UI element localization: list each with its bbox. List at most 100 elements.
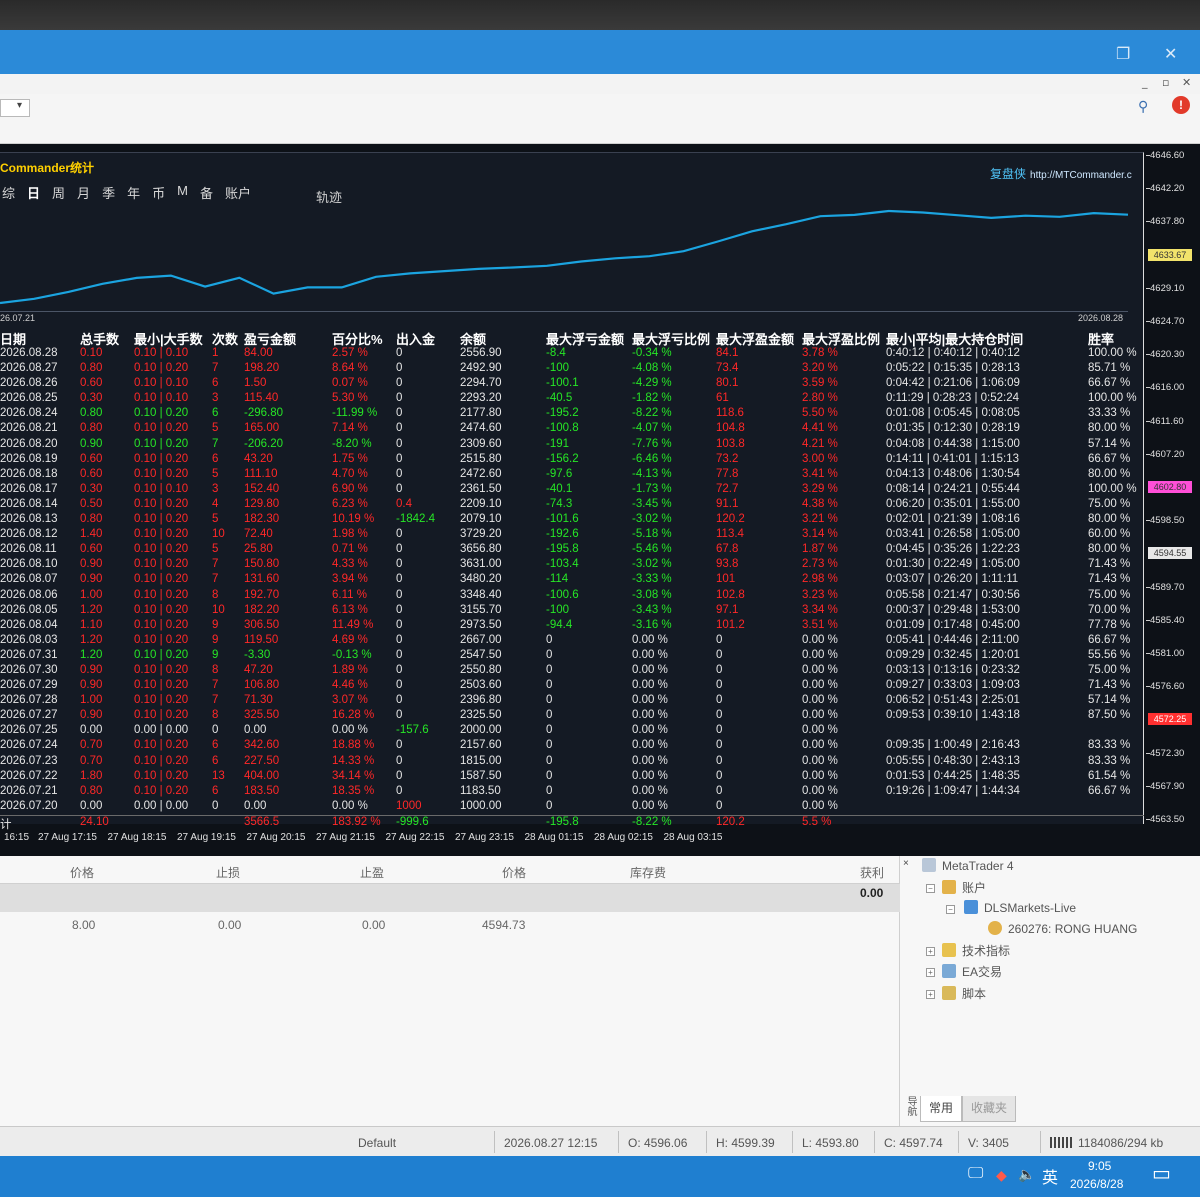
table-row[interactable]: 2026.07.22 1.80 0.10 | 0.20 13 404.00 34.14 %… [0, 770, 1144, 785]
nav-root[interactable]: MetaTrader 4 [922, 858, 1014, 873]
header-win[interactable]: 胜率 [1088, 329, 1114, 348]
header-pfpct[interactable]: 最大浮盈比例 [802, 329, 880, 348]
table-row[interactable]: 2026.08.14 0.50 0.10 | 0.20 4 129.80 6.23 % 0.… [0, 498, 1144, 513]
table-row[interactable]: 2026.08.11 0.60 0.10 | 0.20 5 25.80 0.71 % 0 36… [0, 543, 1144, 558]
nav-server[interactable]: DLSMarkets-Live [964, 900, 1076, 915]
header-io[interactable]: 出入金 [396, 329, 435, 348]
cell-win: 83.33 % [1088, 754, 1131, 767]
header-pct[interactable]: 百分比% [332, 329, 383, 348]
col-current-price[interactable]: 价格 [502, 864, 526, 881]
col-stop-loss[interactable]: 止损 [216, 864, 240, 881]
table-row[interactable]: 2026.08.28 0.10 0.10 | 0.10 1 84.00 2.57 % 0 25… [0, 347, 1144, 362]
expand-icon[interactable]: + [926, 990, 935, 999]
col-profit[interactable]: 获利 [860, 864, 884, 881]
restore-icon[interactable]: ❐ [1116, 44, 1130, 63]
clock-date[interactable]: 2026/8/28 [1070, 1177, 1123, 1191]
col-swap[interactable]: 库存费 [630, 864, 666, 881]
close-icon[interactable]: ✕ [1182, 76, 1191, 89]
table-row[interactable]: 2026.08.12 1.40 0.10 | 0.20 10 72.40 1.98 % 0 3… [0, 528, 1144, 543]
table-row[interactable]: 2026.08.21 0.80 0.10 | 0.20 5 165.00 7.14 % 0 2… [0, 422, 1144, 437]
nav-indicators[interactable]: 技术指标 [942, 942, 1010, 959]
notification-icon[interactable]: ▭ [1152, 1161, 1171, 1186]
cell-bal: 2294.70 [460, 377, 502, 390]
header-time[interactable]: 最小|平均|最大持仓时间 [886, 329, 1023, 348]
search-icon[interactable]: ⚲ [1138, 98, 1148, 115]
table-row[interactable]: 2026.08.26 0.60 0.10 | 0.10 6 1.50 0.07 % 0 229… [0, 377, 1144, 392]
nav-experts[interactable]: EA交易 [942, 963, 1002, 980]
cell-pfpct: 0.00 % [802, 754, 838, 767]
header-ddpct[interactable]: 最大浮亏比例 [632, 329, 710, 348]
collapse-icon[interactable]: − [926, 884, 935, 893]
cell-minmax: 0.10 | 0.10 [134, 392, 189, 405]
collapse-icon[interactable]: − [946, 905, 955, 914]
cell-ddamt: 0 [546, 754, 553, 767]
cell-ddamt: 0 [546, 769, 553, 782]
table-row[interactable]: 2026.08.19 0.60 0.10 | 0.20 6 43.20 1.75 % 0 25… [0, 453, 1144, 468]
minimize-icon[interactable]: _ [1142, 76, 1148, 89]
table-row[interactable]: 2026.07.29 0.90 0.10 | 0.20 7 106.80 4.46 % 0 2… [0, 679, 1144, 694]
table-row[interactable]: 2026.08.05 1.20 0.10 | 0.20 10 182.20 6.13 % 0… [0, 604, 1144, 619]
clock-time[interactable]: 9:05 [1088, 1159, 1111, 1173]
table-row[interactable]: 2026.07.21 0.80 0.10 | 0.20 6 183.50 18.35 % 0… [0, 785, 1144, 800]
table-row[interactable]: 8.00 0.00 0.00 4594.73 [0, 912, 900, 938]
col-take-profit[interactable]: 止盈 [360, 864, 384, 881]
ime-indicator[interactable]: 英 [1042, 1164, 1058, 1188]
nav-accounts[interactable]: 账户 [942, 879, 986, 896]
table-row[interactable]: 2026.08.17 0.30 0.10 | 0.10 3 152.40 6.90 % 0 2… [0, 483, 1144, 498]
tab-favorites[interactable]: 收藏夹 [962, 1096, 1017, 1122]
col-price[interactable]: 价格 [70, 864, 94, 881]
connection-bars-icon[interactable] [1050, 1137, 1072, 1148]
table-row[interactable]: 2026.08.07 0.90 0.10 | 0.20 7 131.60 3.94 % 0 3… [0, 573, 1144, 588]
volume-icon[interactable]: 🔈 [1018, 1166, 1035, 1183]
table-row[interactable]: 2026.08.10 0.90 0.10 | 0.20 7 150.80 4.33 % 0 3… [0, 558, 1144, 573]
table-row[interactable]: 2026.08.20 0.90 0.10 | 0.20 7 -206.20 -8.20 %… [0, 438, 1144, 453]
table-row[interactable]: 2026.07.25 0.00 0.00 | 0.00 0 0.00 0.00 % -157… [0, 724, 1144, 739]
table-row[interactable]: 2026.08.03 1.20 0.10 | 0.20 9 119.50 4.69 % 0 2… [0, 634, 1144, 649]
table-row[interactable]: 2026.08.13 0.80 0.10 | 0.20 5 182.30 10.19 % -… [0, 513, 1144, 528]
close-icon[interactable]: ✕ [1164, 44, 1177, 63]
header-count[interactable]: 次数 [212, 329, 238, 348]
brand-url[interactable]: http://MTCommander.c [1030, 170, 1132, 181]
table-row[interactable]: 2026.08.18 0.60 0.10 | 0.20 5 111.10 4.70 % 0 2… [0, 468, 1144, 483]
cell-pnl: 129.80 [244, 497, 280, 510]
chart-plot-area[interactable]: Commander统计 复盘侠 http://MTCommander.c 综日周月… [0, 152, 1144, 831]
table-row[interactable]: 2026.08.27 0.80 0.10 | 0.20 7 198.20 8.64 % 0 2… [0, 362, 1144, 377]
header-minmax[interactable]: 最小|大手数 [134, 329, 203, 348]
navigator-side-label[interactable]: 导航 [900, 1096, 918, 1126]
table-row[interactable]: 2026.08.25 0.30 0.10 | 0.10 3 115.40 5.30 % 0 2… [0, 392, 1144, 407]
table-row[interactable]: 2026.07.30 0.90 0.10 | 0.20 8 47.20 1.89 % 0 25… [0, 664, 1144, 679]
table-row[interactable]: 2026.08.24 0.80 0.10 | 0.20 6 -296.80 -11.99 … [0, 407, 1144, 422]
table-row[interactable]: 2026.08.04 1.10 0.10 | 0.20 9 306.50 11.49 % 0… [0, 619, 1144, 634]
table-row[interactable]: 2026.07.27 0.90 0.10 | 0.20 8 325.50 16.28 % 0… [0, 709, 1144, 724]
table-row[interactable]: 2026.08.06 1.00 0.10 | 0.20 8 192.70 6.11 % 0 3… [0, 589, 1144, 604]
header-ddamt[interactable]: 最大浮亏金额 [546, 329, 624, 348]
terminal-summary-row[interactable]: 0.00 [0, 884, 900, 912]
nav-scripts[interactable]: 脚本 [942, 985, 986, 1002]
nav-account[interactable]: 260276: RONG HUANG [988, 921, 1137, 936]
table-row[interactable]: 2026.07.23 0.70 0.10 | 0.20 6 227.50 14.33 % 0… [0, 755, 1144, 770]
header-pfamt[interactable]: 最大浮盈金额 [716, 329, 794, 348]
expand-icon[interactable]: + [926, 968, 935, 977]
restore-icon[interactable]: ▫ [1162, 76, 1169, 89]
indicator-brand[interactable]: 复盘侠 http://MTCommander.c [990, 165, 1132, 182]
header-bal[interactable]: 余额 [460, 329, 486, 348]
table-row[interactable]: 2026.07.20 0.00 0.00 | 0.00 0 0.00 0.00 % 1000… [0, 800, 1144, 815]
close-icon[interactable]: × [903, 858, 909, 869]
cell-pfpct: 2.73 % [802, 558, 838, 571]
chart-window[interactable]: Commander统计 复盘侠 http://MTCommander.c 综日周月… [0, 144, 1200, 856]
table-row[interactable]: 2026.07.28 1.00 0.10 | 0.20 7 71.30 3.07 % 0 23… [0, 694, 1144, 709]
header-date[interactable]: 日期 [0, 329, 26, 348]
expand-icon[interactable]: + [926, 947, 935, 956]
table-row[interactable]: 2026.07.31 1.20 0.10 | 0.20 9 -3.30 -0.13 % 0 2… [0, 649, 1144, 664]
status-profile[interactable]: Default [358, 1136, 396, 1150]
shield-icon[interactable]: ◆ [996, 1167, 1007, 1184]
network-icon[interactable]: 🖵 [968, 1165, 983, 1183]
cell-ddamt: 0 [546, 709, 553, 722]
status-traffic[interactable]: 1184086/294 kb [1078, 1136, 1163, 1150]
tab-common[interactable]: 常用 [920, 1096, 963, 1122]
alert-badge-icon[interactable]: ! [1172, 96, 1190, 114]
header-lots[interactable]: 总手数 [80, 329, 119, 348]
toolbar-dropdown[interactable]: ▾ [0, 99, 30, 117]
table-row[interactable]: 2026.07.24 0.70 0.10 | 0.20 6 342.60 18.88 % 0… [0, 739, 1144, 754]
header-pnl[interactable]: 盈亏金额 [244, 329, 296, 348]
